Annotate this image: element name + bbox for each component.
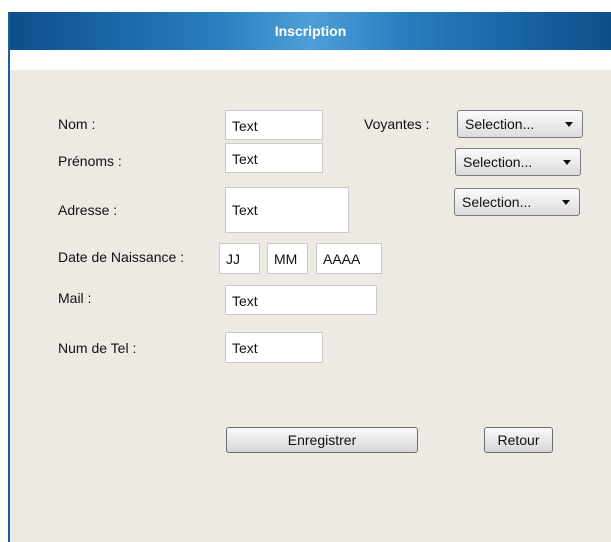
mail-input[interactable]: Text: [225, 285, 377, 315]
num-tel-input[interactable]: Text: [225, 332, 323, 363]
title-separator: [10, 50, 611, 70]
enregistrer-button[interactable]: Enregistrer: [226, 427, 418, 453]
window-title: Inscription: [10, 12, 611, 50]
nom-input[interactable]: Text: [225, 110, 323, 140]
voyante-select-3[interactable]: Selection...: [454, 188, 580, 216]
prenoms-label: Prénoms :: [58, 153, 122, 169]
chevron-down-icon: [565, 122, 573, 127]
voyante-select-2[interactable]: Selection...: [455, 148, 581, 176]
inscription-window: Inscription Nom : Prénoms : Adresse : Da…: [0, 0, 611, 542]
chevron-down-icon: [563, 160, 571, 165]
chevron-down-icon: [562, 200, 570, 205]
voyante-select-1[interactable]: Selection...: [457, 110, 583, 138]
prenoms-input[interactable]: Text: [225, 143, 323, 173]
voyante-select-1-value: Selection...: [465, 116, 535, 132]
nom-label: Nom :: [58, 116, 96, 132]
mois-input[interactable]: MM: [267, 243, 308, 274]
jour-input[interactable]: JJ: [219, 243, 260, 274]
num-tel-label: Num de Tel :: [58, 340, 137, 356]
voyantes-label: Voyantes :: [364, 116, 430, 132]
form-panel: Nom : Prénoms : Adresse : Date de Naissa…: [10, 70, 611, 542]
mail-label: Mail :: [58, 290, 92, 306]
retour-button[interactable]: Retour: [484, 427, 553, 453]
adresse-input[interactable]: Text: [225, 187, 349, 233]
voyante-select-2-value: Selection...: [463, 154, 533, 170]
voyante-select-3-value: Selection...: [462, 194, 532, 210]
adresse-label: Adresse :: [58, 202, 118, 218]
annee-input[interactable]: AAAA: [316, 243, 382, 274]
date-naissance-label: Date de Naissance :: [58, 249, 185, 265]
